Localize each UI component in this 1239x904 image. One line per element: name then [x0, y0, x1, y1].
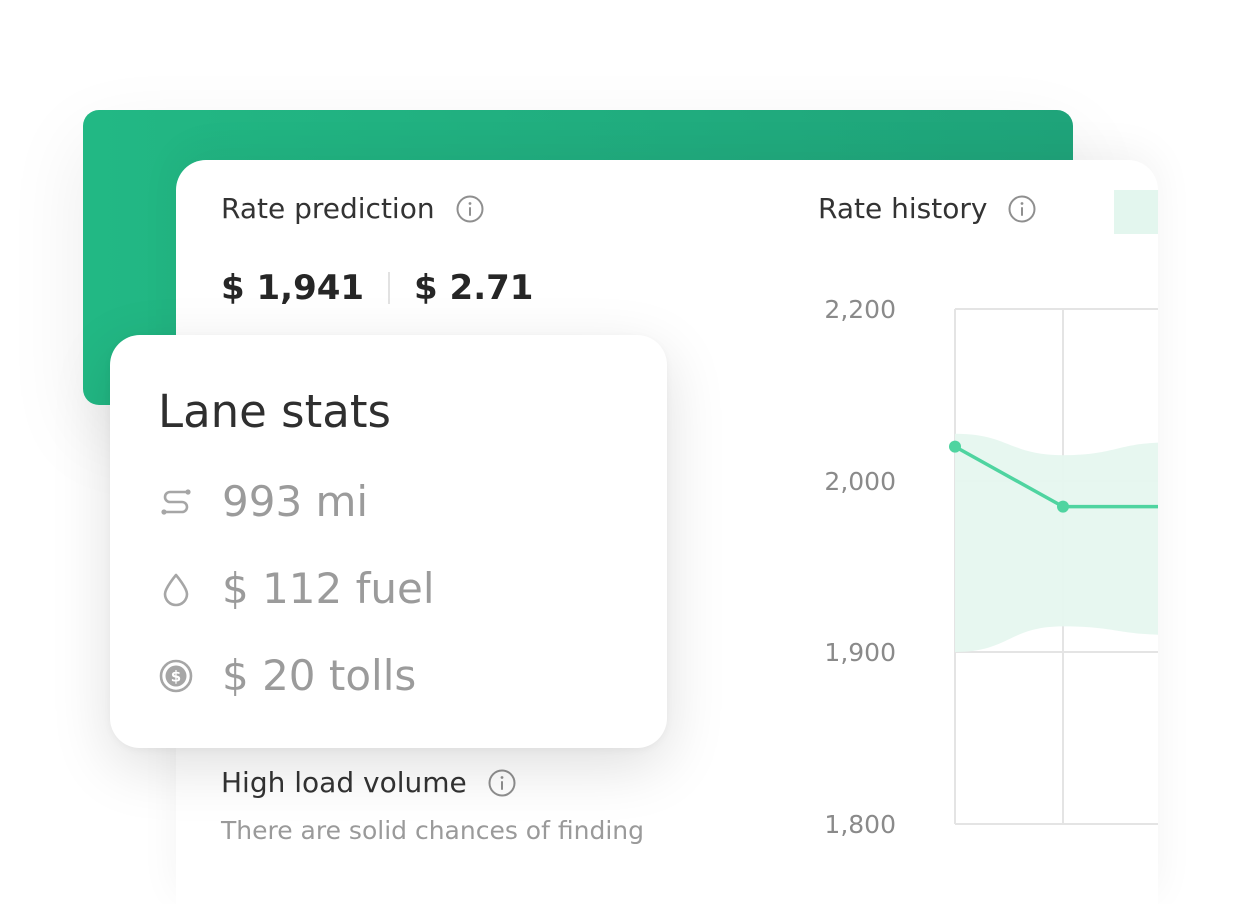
confidence-band-layer [955, 433, 1158, 652]
lane-stat-tolls: $ $ 20 tolls [158, 651, 416, 700]
data-point [1057, 500, 1069, 513]
lane-stat-distance: 993 mi [158, 477, 368, 526]
info-icon[interactable] [487, 768, 517, 798]
y-axis-ticks: 2,200 2,000 1,900 1,800 [824, 295, 896, 839]
fuel-drop-icon [163, 573, 189, 606]
y-tick-label: 2,200 [824, 295, 896, 324]
lane-fuel-value: $ 112 fuel [222, 564, 435, 613]
y-tick-label: 1,900 [824, 638, 896, 667]
y-tick-label: 1,800 [824, 810, 896, 839]
load-volume-header: High load volume [221, 766, 517, 799]
load-volume-description: There are solid chances of finding [221, 816, 644, 845]
lane-stats-card: Lane stats 993 mi $ 112 fuel $ $ 20 toll… [110, 335, 667, 748]
confidence-band [955, 433, 1158, 652]
data-point [949, 440, 961, 453]
lane-stat-fuel: $ 112 fuel [158, 564, 435, 613]
lane-tolls-value: $ 20 tolls [222, 651, 417, 700]
dollar-coin-icon: $ [159, 659, 193, 692]
svg-text:$: $ [171, 667, 181, 685]
route-icon [161, 488, 191, 515]
lane-stats-title: Lane stats [158, 385, 391, 438]
lane-distance-value: 993 mi [222, 477, 369, 526]
y-tick-label: 2,000 [824, 467, 896, 496]
load-volume-title: High load volume [221, 766, 467, 799]
